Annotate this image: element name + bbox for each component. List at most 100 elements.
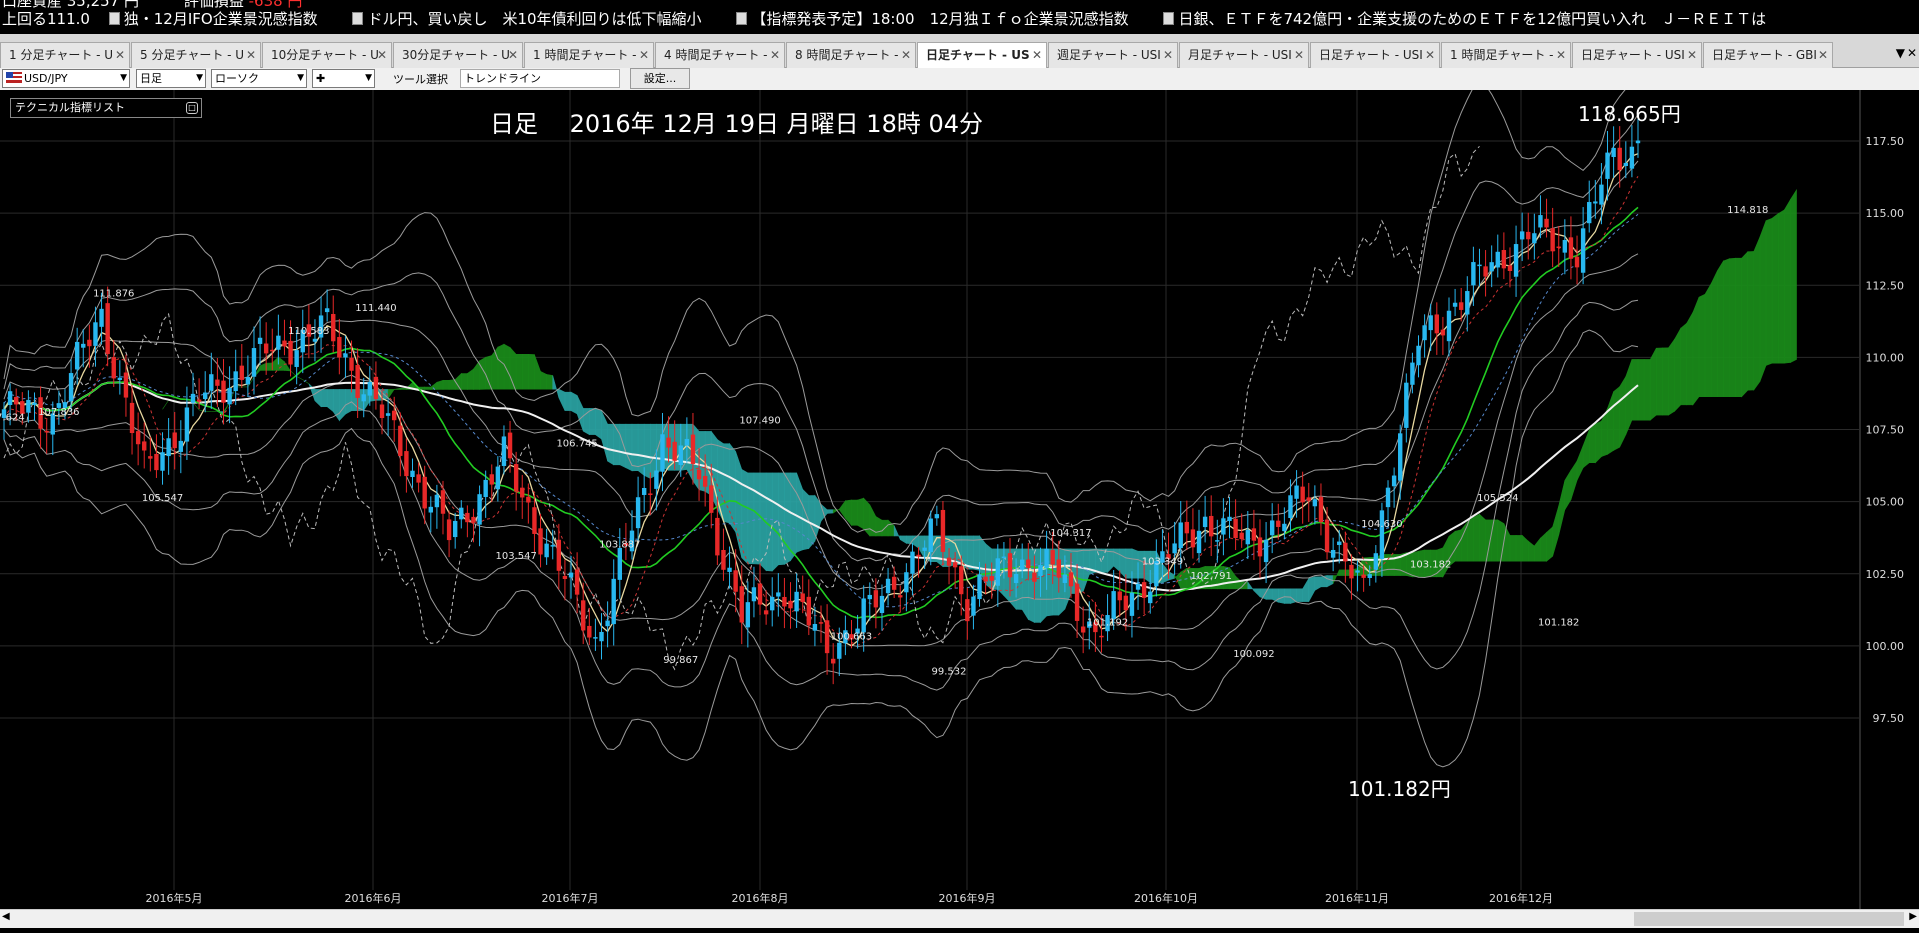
close-tab-icon[interactable]: ✕ xyxy=(508,43,518,67)
close-tab-icon[interactable]: ✕ xyxy=(639,43,649,67)
tab-chart[interactable]: 日足チャート - GBI ✕ xyxy=(1703,42,1833,68)
tab-chart[interactable]: 10分足チャート - U ✕ xyxy=(262,42,392,68)
horizontal-scrollbar[interactable]: ◀ ▶ xyxy=(0,909,1919,928)
tab-chart[interactable]: 1 時間足チャート - ✕ xyxy=(1441,42,1571,68)
candle-body xyxy=(1452,302,1458,307)
news-item[interactable]: 日銀、ＥＴＦを742億円・企業支援のためのＥＴＦを12億円買い入れ Ｊ－ＲＥＩＴ… xyxy=(1178,10,1766,28)
scroll-right-icon[interactable]: ▶ xyxy=(1909,911,1917,922)
scroll-left-icon[interactable]: ◀ xyxy=(2,911,10,922)
candle-body xyxy=(1312,499,1318,507)
tab-label: 日足チャート - US xyxy=(926,48,1030,62)
candle-body xyxy=(593,637,598,639)
ichimoku-cloud-segment xyxy=(1729,257,1736,398)
close-icon[interactable]: ✕ xyxy=(1907,46,1917,60)
ichimoku-cloud-segment xyxy=(1771,212,1779,364)
ichimoku-cloud-segment xyxy=(1131,548,1139,579)
candle-body xyxy=(276,335,281,350)
candle-body xyxy=(556,539,562,571)
close-tab-icon[interactable]: ✕ xyxy=(246,43,256,67)
candle-body xyxy=(1580,228,1586,273)
technical-indicator-list[interactable]: テクニカル指標リスト □ xyxy=(10,98,202,118)
timeframe-select[interactable]: 日足 ▼ xyxy=(136,69,206,88)
tab-chart[interactable]: 日足チャート - US ✕ xyxy=(917,42,1047,68)
tab-chart[interactable]: 日足チャート - USI ✕ xyxy=(1572,42,1702,68)
news-item[interactable]: ドル円、買い戻し 米10年債利回りは低下幅縮小 xyxy=(367,10,701,28)
swing-price-label: 104.317 xyxy=(1050,528,1091,539)
candle-body xyxy=(1306,497,1311,501)
swing-price-label: 101.182 xyxy=(1538,617,1579,628)
candle-body xyxy=(965,599,970,622)
close-tab-icon[interactable]: ✕ xyxy=(1818,43,1828,67)
candle-body xyxy=(934,514,940,519)
tab-chart[interactable]: 1 分足チャート - U ✕ xyxy=(0,42,130,68)
ichimoku-cloud-segment xyxy=(473,359,480,390)
settings-button[interactable]: 設定... xyxy=(630,68,690,89)
tab-label: 10分足チャート - U xyxy=(271,48,379,62)
candle-body xyxy=(233,371,238,391)
close-tab-icon[interactable]: ✕ xyxy=(1032,43,1042,67)
candle-body xyxy=(452,520,458,538)
candle-body xyxy=(148,456,153,459)
candle-body xyxy=(111,357,116,379)
scrollbar-thumb[interactable] xyxy=(1634,912,1904,926)
tab-chart[interactable]: 1 時間足チャート - ✕ xyxy=(524,42,654,68)
collapse-icon[interactable]: □ xyxy=(186,102,198,114)
candle-body xyxy=(373,376,379,400)
candle-body xyxy=(983,576,988,582)
close-tab-icon[interactable]: ✕ xyxy=(1687,43,1697,67)
candle-body xyxy=(379,404,385,419)
candle-body xyxy=(635,497,641,529)
close-tab-icon[interactable]: ✕ xyxy=(770,43,780,67)
candle-body xyxy=(1587,202,1592,224)
tab-overflow-icon[interactable]: ▼ xyxy=(1896,46,1905,60)
candle-body xyxy=(574,569,580,595)
chevron-down-icon: ▼ xyxy=(297,73,304,83)
close-tab-icon[interactable]: ✕ xyxy=(377,43,387,67)
candle-body xyxy=(142,441,147,451)
close-tab-icon[interactable]: ✕ xyxy=(901,43,911,67)
candle-body xyxy=(916,554,921,557)
tab-chart[interactable]: 日足チャート - USI ✕ xyxy=(1310,42,1440,68)
candle-body xyxy=(1221,518,1226,535)
ichimoku-cloud-segment xyxy=(1314,576,1322,591)
ichimoku-cloud-segment xyxy=(1716,259,1724,398)
candle-body xyxy=(227,387,232,405)
tab-chart[interactable]: 月足チャート - USI ✕ xyxy=(1179,42,1309,68)
candle-body xyxy=(1556,246,1561,249)
drawing-tool-field[interactable]: トレンドライン xyxy=(460,69,620,88)
ichimoku-cloud-segment xyxy=(1582,429,1590,469)
news-item[interactable]: 独・12月IFO企業景況感指数 xyxy=(124,10,318,28)
candlestick-chart[interactable]: 117.50 115.00 112.50 110.00 107.50 105.00 102.… xyxy=(0,90,1919,928)
crosshair-icon: ✚ xyxy=(316,72,326,85)
close-tab-icon[interactable]: ✕ xyxy=(1163,43,1173,67)
candle-body xyxy=(1434,314,1439,334)
candle-body xyxy=(1276,520,1281,527)
ticker-lead-text: 上回る111.0 xyxy=(2,10,90,28)
candle-body xyxy=(800,593,805,603)
close-tab-icon[interactable]: ✕ xyxy=(1294,43,1304,67)
ichimoku-cloud-segment xyxy=(1735,257,1742,398)
currency-pair-select[interactable]: USD/JPY ▼ xyxy=(2,69,130,88)
close-tab-icon[interactable]: ✕ xyxy=(115,43,125,67)
candle-body xyxy=(1483,266,1488,277)
candle-body xyxy=(1056,559,1061,578)
tab-chart[interactable]: 週足チャート - USI ✕ xyxy=(1048,42,1178,68)
swing-price-label: 103.547 xyxy=(495,551,536,562)
cursor-mode-select[interactable]: ✚ ▼ xyxy=(312,69,375,88)
close-tab-icon[interactable]: ✕ xyxy=(1425,43,1435,67)
candle-body xyxy=(666,437,671,448)
close-tab-icon[interactable]: ✕ xyxy=(1556,43,1566,67)
tab-chart[interactable]: 5 分足チャート - U ✕ xyxy=(131,42,261,68)
tab-chart[interactable]: 30分足チャート - U ✕ xyxy=(393,42,523,68)
candle-body xyxy=(1526,231,1531,240)
ichimoku-cloud-segment xyxy=(564,391,572,411)
tab-chart[interactable]: 4 時間足チャート - ✕ xyxy=(655,42,785,68)
chart-type-select[interactable]: ローソク ▼ xyxy=(211,69,307,88)
news-item[interactable]: 【指標発表予定】18:00 12月独Ｉｆｏ企業景況感指数 xyxy=(751,10,1128,28)
tab-chart[interactable]: 8 時間足チャート - ✕ xyxy=(786,42,916,68)
candle-body xyxy=(1550,228,1555,252)
ticker-row-news: 上回る111.0 独・12月IFO企業景況感指数 ドル円、買い戻し 米10年債利… xyxy=(2,10,1766,28)
ichimoku-cloud-segment xyxy=(1332,569,1340,584)
swing-price-label: 111.440 xyxy=(355,303,396,314)
ichimoku-cloud-segment xyxy=(1034,548,1041,623)
